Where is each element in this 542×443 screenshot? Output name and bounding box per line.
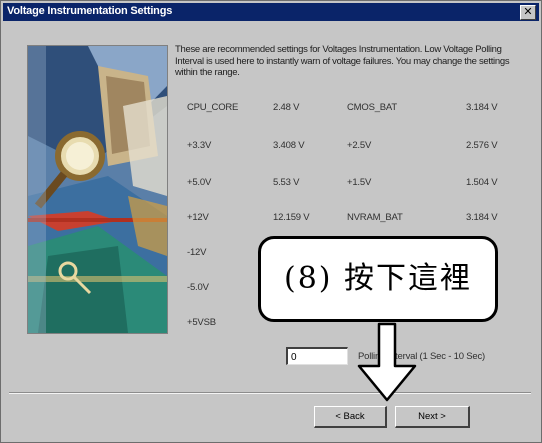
title-bar: Voltage Instrumentation Settings ✕ bbox=[3, 3, 539, 21]
voltage-value: 3.184 V bbox=[466, 102, 498, 113]
back-button[interactable]: < Back bbox=[314, 406, 387, 428]
settings-dialog: Voltage Instrumentation Settings ✕ These… bbox=[0, 0, 542, 443]
window-title: Voltage Instrumentation Settings bbox=[7, 5, 173, 17]
voltage-value: 5.53 V bbox=[273, 177, 300, 188]
illustration-graphic bbox=[28, 46, 167, 333]
voltage-value: 3.184 V bbox=[466, 212, 498, 223]
voltage-label: +5.0V bbox=[187, 177, 212, 188]
voltage-value: 2.48 V bbox=[273, 102, 300, 113]
voltage-label: +5VSB bbox=[187, 317, 216, 328]
close-button[interactable]: ✕ bbox=[520, 5, 536, 20]
voltage-label: +2.5V bbox=[347, 140, 372, 151]
voltage-value: 12.159 V bbox=[273, 212, 310, 223]
next-button[interactable]: Next > bbox=[395, 406, 470, 428]
close-icon: ✕ bbox=[523, 6, 533, 18]
voltage-label: NVRAM_BAT bbox=[347, 212, 403, 223]
voltage-label: +12V bbox=[187, 212, 209, 223]
voltage-label: -12V bbox=[187, 247, 207, 258]
voltage-value: 2.576 V bbox=[466, 140, 498, 151]
voltage-label: CMOS_BAT bbox=[347, 102, 397, 113]
divider bbox=[9, 392, 531, 394]
voltage-value: 3.408 V bbox=[273, 140, 305, 151]
wizard-illustration bbox=[27, 45, 168, 334]
settings-description: These are recommended settings for Volta… bbox=[175, 44, 510, 78]
polling-interval-input[interactable]: 0 bbox=[286, 347, 348, 365]
instruction-callout: (8) 按下這裡 bbox=[258, 236, 498, 322]
voltage-label: CPU_CORE bbox=[187, 102, 239, 113]
down-arrow-icon bbox=[357, 322, 417, 402]
voltage-label: -5.0V bbox=[187, 282, 209, 293]
voltage-value: 1.504 V bbox=[466, 177, 498, 188]
voltage-label: +1.5V bbox=[347, 177, 372, 188]
voltage-label: +3.3V bbox=[187, 140, 212, 151]
callout-text: (8) 按下這裡 bbox=[283, 261, 473, 296]
